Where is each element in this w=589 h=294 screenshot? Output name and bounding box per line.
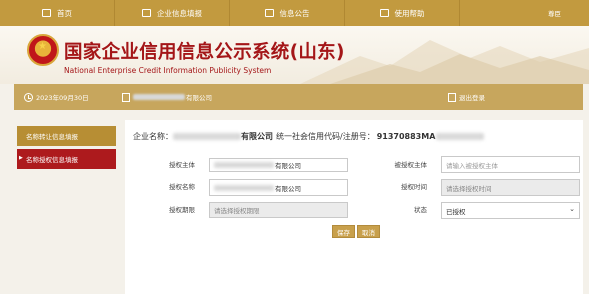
nav-user-label: 尊臣: [548, 10, 561, 18]
auth-name-label: 授权名称: [169, 183, 195, 191]
enterprise-name-label: 企业名称：: [133, 132, 173, 141]
date-text: 2023年09月30日: [36, 94, 89, 102]
auth-period-placeholder: 请选择授权期限: [214, 207, 260, 215]
clock-icon: [24, 92, 33, 102]
system-title-en: National Enterprise Credit Information P…: [64, 66, 272, 75]
nav-help[interactable]: 使用帮助: [345, 0, 460, 26]
nav-notice-label: 信息公告: [279, 8, 310, 18]
grantee-label: 被授权主体: [394, 161, 428, 169]
sidebar-item-name-authorization[interactable]: 名称授权信息填报: [17, 149, 116, 169]
redacted-text: [173, 133, 241, 140]
help-icon: [379, 9, 389, 17]
logout-link[interactable]: 退出登录: [448, 92, 485, 102]
company-display: 有限公司: [122, 92, 212, 102]
chevron-down-icon: ⌄: [569, 205, 575, 213]
grantor-value-suffix: 有限公司: [275, 162, 301, 170]
redacted-text: [436, 133, 485, 140]
enterprise-info-row: 企业名称： 有限公司 统一社会信用代码/注册号： 91370883MA: [133, 131, 485, 142]
sidebar-item-label: 名称转让信息填报: [26, 133, 78, 141]
date-display: 2023年09月30日: [24, 92, 89, 102]
enterprise-name-suffix: 有限公司: [241, 132, 273, 141]
main-panel: 企业名称： 有限公司 统一社会信用代码/注册号： 91370883MA 授权主体…: [125, 120, 583, 294]
top-nav: 首页 企业信息填报 信息公告 使用帮助 尊臣: [0, 0, 589, 26]
header-banner: 国家企业信用信息公示系统(山东) National Enterprise Cre…: [0, 26, 589, 84]
nav-home[interactable]: 首页: [0, 0, 115, 26]
home-icon: [42, 9, 51, 17]
logout-icon: [448, 92, 456, 102]
auth-name-value-suffix: 有限公司: [275, 184, 301, 193]
status-label: 状态: [414, 206, 427, 214]
system-title: 国家企业信用信息公示系统(山东): [64, 42, 345, 63]
credit-code-label: 统一社会信用代码/注册号：: [276, 132, 375, 141]
grantor-field[interactable]: 有限公司: [209, 158, 348, 172]
nav-help-label: 使用帮助: [394, 8, 425, 18]
redacted-text: [214, 184, 274, 191]
redacted-text: [214, 162, 274, 168]
grantee-placeholder: 请输入被授权主体: [446, 161, 498, 170]
nav-info-fill-label: 企业信息填报: [157, 8, 202, 18]
company-suffix: 有限公司: [186, 94, 212, 102]
status-value: 已授权: [446, 207, 466, 216]
auth-period-label: 授权期限: [169, 206, 195, 214]
grantee-input[interactable]: 请输入被授权主体: [441, 156, 580, 173]
edit-icon: [142, 9, 151, 17]
nav-home-label: 首页: [57, 8, 72, 18]
logout-label: 退出登录: [459, 94, 485, 102]
info-bar: 2023年09月30日 有限公司 退出登录: [14, 84, 583, 110]
sidebar-item-label: 名称授权信息填报: [26, 156, 78, 164]
credit-code-value: 91370883MA: [376, 132, 436, 141]
auth-name-field[interactable]: 有限公司: [209, 179, 348, 196]
sidebar-item-name-transfer[interactable]: 名称转让信息填报: [17, 126, 116, 146]
auth-time-input[interactable]: 请选择授权时间: [441, 179, 580, 196]
nav-info-fill[interactable]: 企业信息填报: [115, 0, 230, 26]
cancel-button[interactable]: 取消: [357, 225, 380, 238]
save-button[interactable]: 保存: [332, 225, 355, 238]
auth-time-label: 授权时间: [401, 183, 427, 191]
status-select[interactable]: 已授权 ⌄: [441, 202, 580, 219]
auth-period-input[interactable]: 请选择授权期限: [209, 202, 348, 218]
redacted-text: [133, 94, 185, 100]
company-icon: [122, 92, 130, 102]
national-emblem-icon: [27, 34, 59, 66]
nav-notice[interactable]: 信息公告: [230, 0, 345, 26]
auth-time-placeholder: 请选择授权时间: [446, 184, 492, 193]
grantor-label: 授权主体: [169, 161, 195, 169]
nav-user[interactable]: 尊臣: [460, 0, 589, 26]
document-icon: [264, 9, 274, 17]
